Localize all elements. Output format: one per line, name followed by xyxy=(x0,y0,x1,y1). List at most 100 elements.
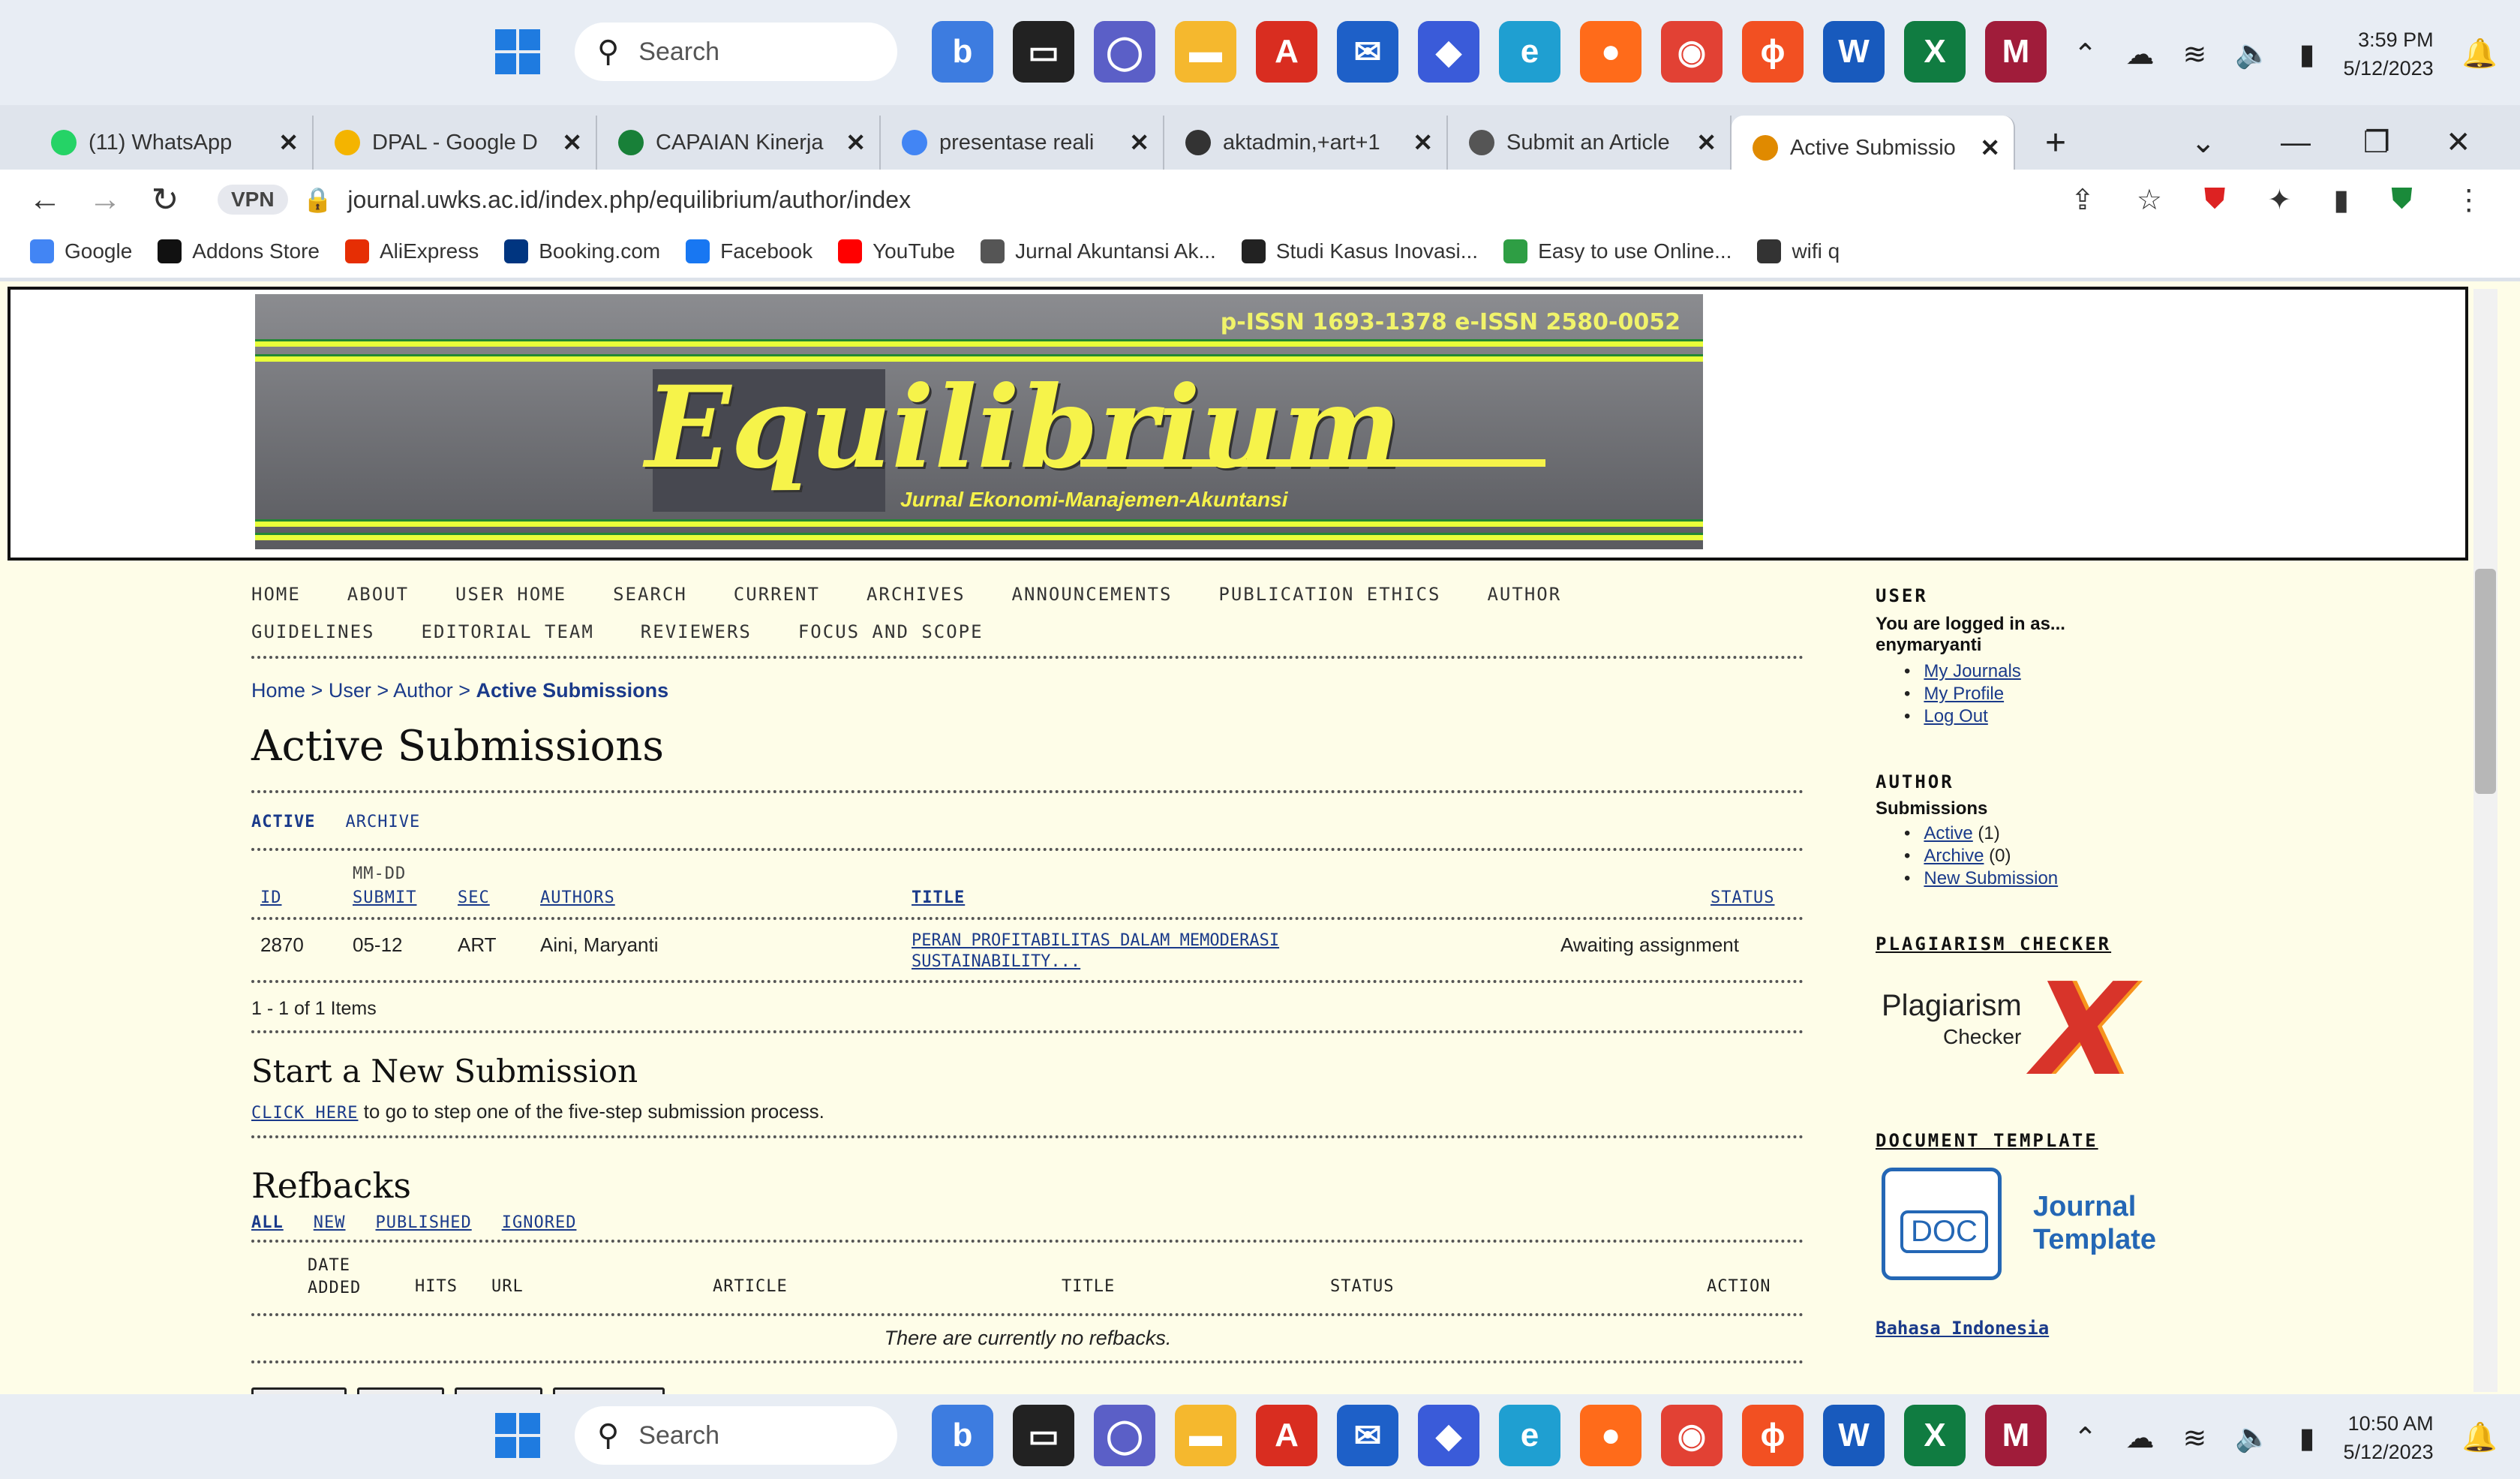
col-authors[interactable]: AUTHORS xyxy=(540,888,615,907)
breadcrumb-author[interactable]: Author xyxy=(393,679,453,702)
nav-link[interactable]: ABOUT xyxy=(347,584,409,605)
app-icon[interactable]: ◆ xyxy=(1418,1405,1479,1466)
col-id[interactable]: ID xyxy=(260,888,282,907)
tab-archive[interactable]: ARCHIVE xyxy=(345,813,420,831)
nav-link[interactable]: CURRENT xyxy=(734,584,820,605)
browser-tab[interactable]: DPAL - Google D ✕ xyxy=(314,116,597,170)
word-icon[interactable]: W xyxy=(1823,1405,1885,1466)
app-maroon-icon[interactable]: M xyxy=(1985,21,2047,83)
chrome-icon[interactable]: ◉ xyxy=(1661,1405,1723,1466)
file-explorer-icon[interactable]: ▬ xyxy=(1175,1405,1236,1466)
col-title[interactable]: TITLE xyxy=(912,888,965,907)
task-view-icon[interactable]: ▭ xyxy=(1013,1405,1074,1466)
url-field[interactable]: 🔒 journal.uwks.ac.id/index.php/equilibriu… xyxy=(303,185,912,214)
forward-icon[interactable]: → xyxy=(75,181,135,218)
close-tab-icon[interactable]: ✕ xyxy=(1129,128,1149,157)
battery-icon[interactable]: ▮ xyxy=(2299,1421,2315,1455)
breadcrumb-current[interactable]: Active Submissions xyxy=(476,679,669,702)
adblock-shield-icon[interactable]: ⛊ xyxy=(2204,183,2226,217)
nav-link[interactable]: SEARCH xyxy=(613,584,687,605)
edge-icon[interactable]: e xyxy=(1499,21,1560,83)
breadcrumb-user[interactable]: User xyxy=(329,679,371,702)
close-tab-icon[interactable]: ✕ xyxy=(562,128,582,157)
bookmark-item[interactable]: Jurnal Akuntansi Ak... xyxy=(981,239,1216,263)
nav-link[interactable]: USER HOME xyxy=(455,584,566,605)
excel-icon[interactable]: X xyxy=(1904,1405,1966,1466)
scrollbar-thumb[interactable] xyxy=(2475,569,2496,794)
app-red-icon[interactable]: ϕ xyxy=(1742,21,1804,83)
restore-button[interactable]: ❐ xyxy=(2363,125,2390,160)
nav-link[interactable]: PUBLICATION ETHICS xyxy=(1218,584,1440,605)
nav-link[interactable]: ANNOUNCEMENTS xyxy=(1012,584,1173,605)
nav-link[interactable]: EDITORIAL TEAM xyxy=(422,621,594,642)
share-icon[interactable]: ⇪ xyxy=(2071,183,2095,217)
taskbar-search[interactable]: ⚲ Search xyxy=(575,23,897,81)
back-icon[interactable]: ← xyxy=(15,181,75,218)
click-here-link[interactable]: CLICK HERE xyxy=(251,1104,358,1123)
bookmark-item[interactable]: Booking.com xyxy=(504,239,660,263)
word-icon[interactable]: W xyxy=(1823,21,1885,83)
app-icon[interactable]: ◆ xyxy=(1418,21,1479,83)
refback-filter-ignored[interactable]: IGNORED xyxy=(502,1213,577,1232)
browser-tab[interactable]: presentase reali ✕ xyxy=(881,116,1164,170)
sidebar-active-link[interactable]: Active xyxy=(1924,823,1972,843)
chat-icon[interactable]: ◯ xyxy=(1094,1405,1155,1466)
close-tab-icon[interactable]: ✕ xyxy=(1980,134,2000,162)
col-sec[interactable]: SEC xyxy=(458,888,490,907)
browser-tab[interactable]: (11) WhatsApp ✕ xyxy=(30,116,314,170)
plagiarism-checker-logo[interactable]: Plagiarism Checker X xyxy=(1876,956,2296,1105)
bookmark-item[interactable]: Addons Store xyxy=(158,239,320,263)
bookmark-item[interactable]: Easy to use Online... xyxy=(1503,239,1732,263)
onedrive-icon[interactable]: ☁ xyxy=(2125,38,2154,71)
sidebar-user-link[interactable]: My Journals xyxy=(1924,661,2020,681)
notification-icon[interactable]: 🔔 xyxy=(2462,1421,2497,1454)
copilot-icon[interactable]: b xyxy=(932,1405,993,1466)
col-status[interactable]: STATUS xyxy=(1711,888,1774,907)
menu-kebab-icon[interactable]: ⋮ xyxy=(2455,183,2483,217)
journal-template-link[interactable]: DOC Journal Template xyxy=(1876,1168,2296,1295)
tab-active[interactable]: ACTIVE xyxy=(251,813,315,831)
sidebar-user-link[interactable]: My Profile xyxy=(1924,684,2004,704)
sidebar-archive-link[interactable]: Archive xyxy=(1924,846,1984,866)
firefox-icon[interactable]: ● xyxy=(1580,1405,1641,1466)
clock[interactable]: 3:59 PM 5/12/2023 xyxy=(2344,26,2434,83)
vpn-icon[interactable]: VPN xyxy=(218,185,288,215)
tab-list-chevron-icon[interactable]: ⌄ xyxy=(2191,125,2216,160)
breadcrumb-home[interactable]: Home xyxy=(251,679,305,702)
nav-link[interactable]: GUIDELINES xyxy=(251,621,375,642)
nav-link[interactable]: AUTHOR xyxy=(1487,584,1561,605)
bookmark-item[interactable]: AliExpress xyxy=(344,239,479,263)
reload-icon[interactable]: ↻ xyxy=(135,181,195,219)
nav-link[interactable]: ARCHIVES xyxy=(867,584,966,605)
onedrive-icon[interactable]: ☁ xyxy=(2125,1421,2154,1455)
row-title-link[interactable]: PERAN PROFITABILITAS DALAM MEMODERASI SUS… xyxy=(912,930,1279,972)
bookmark-item[interactable]: Studi Kasus Inovasi... xyxy=(1241,239,1478,263)
app-maroon-icon[interactable]: M xyxy=(1985,1405,2047,1466)
mail-icon[interactable]: ✉ xyxy=(1337,1405,1398,1466)
security-shield-icon[interactable]: ⛊ xyxy=(2391,183,2413,217)
taskbar-search[interactable]: ⚲ Search xyxy=(575,1406,897,1465)
close-tab-icon[interactable]: ✕ xyxy=(1413,128,1433,157)
firefox-icon[interactable]: ● xyxy=(1580,21,1641,83)
file-explorer-icon[interactable]: ▬ xyxy=(1175,21,1236,83)
edge-icon[interactable]: e xyxy=(1499,1405,1560,1466)
new-tab-button[interactable]: + xyxy=(2045,122,2066,164)
col-submit[interactable]: SUBMIT xyxy=(353,888,416,907)
chrome-icon[interactable]: ◉ xyxy=(1661,21,1723,83)
refback-filter-new[interactable]: NEW xyxy=(314,1213,346,1232)
browser-tab[interactable]: aktadmin,+art+1 ✕ xyxy=(1164,116,1448,170)
browser-tab[interactable]: Submit an Article ✕ xyxy=(1448,116,1732,170)
bookmark-item[interactable]: YouTube xyxy=(838,239,955,263)
chevron-up-icon[interactable]: ⌃ xyxy=(2074,38,2098,71)
sidebar-user-link[interactable]: Log Out xyxy=(1924,706,1987,726)
close-tab-icon[interactable]: ✕ xyxy=(278,128,299,157)
nav-link[interactable]: FOCUS AND SCOPE xyxy=(798,621,984,642)
page-scrollbar[interactable] xyxy=(2473,289,2497,1392)
chat-icon[interactable]: ◯ xyxy=(1094,21,1155,83)
minimize-button[interactable]: — xyxy=(2281,126,2311,160)
close-window-button[interactable]: ✕ xyxy=(2446,125,2471,160)
refback-filter-published[interactable]: PUBLISHED xyxy=(376,1213,472,1232)
windows-start-icon[interactable] xyxy=(495,29,540,74)
bookmark-item[interactable]: Google xyxy=(30,239,132,263)
task-view-icon[interactable]: ▭ xyxy=(1013,21,1074,83)
